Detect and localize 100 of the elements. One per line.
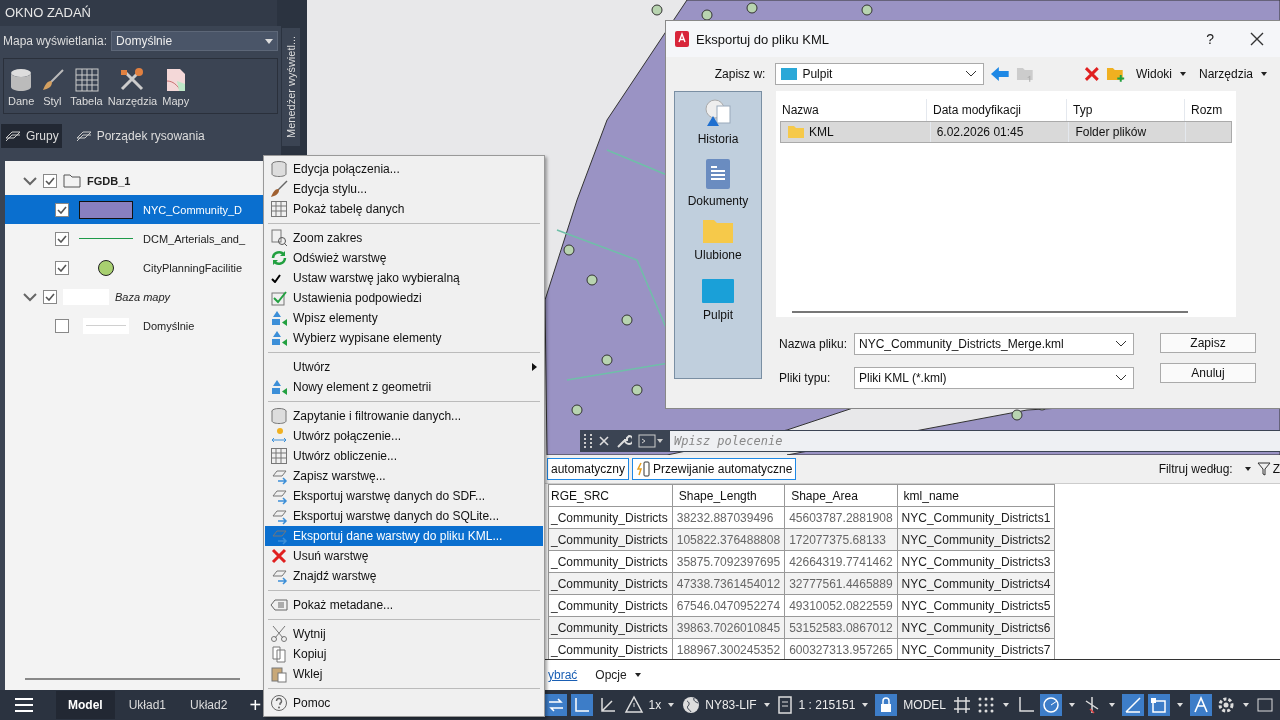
cancel-button[interactable]: Anuluj [1160,363,1256,383]
workspace-icon[interactable] [1256,695,1274,715]
settings-icon[interactable] [1216,695,1236,715]
file-row[interactable]: KML 6.02.2026 01:45 Folder plików [780,121,1232,143]
pane-title: OKNO ZADAŃ [0,0,277,26]
table-cell: _Community_Districts [548,594,673,617]
table-cell: 42664319.7741462 [784,550,898,573]
column-header[interactable]: kml_name [897,484,1055,507]
layer-checkbox[interactable] [55,202,69,217]
view-tab[interactable]: Porządek rysowania [71,124,208,148]
view-tab[interactable]: Grupy [1,124,62,148]
wrench-icon[interactable] [616,433,632,449]
command-input[interactable]: Wpisz polecenie [670,431,1280,451]
ribbon-tool[interactable]: Narzędzia [107,67,158,107]
warning-icon[interactable] [622,694,645,716]
menu-item[interactable]: Pomoc [265,693,543,713]
layer-checkbox[interactable] [55,260,69,275]
lock-icon[interactable] [875,694,898,716]
coordinate-system[interactable]: NY83-LIF [705,698,757,712]
model-space-button[interactable]: MODEL [901,698,948,712]
chevron-icon[interactable] [23,291,37,302]
ribbon-tool[interactable]: Tabela [70,67,103,107]
swap-icon[interactable] [544,694,567,716]
tools-menu[interactable]: Narzędzia [1199,67,1270,81]
menu-item[interactable]: Pokaż metadane... [265,595,543,615]
place-item[interactable]: Dokumenty [687,158,749,210]
layout-tab[interactable]: Układ1 [118,698,177,712]
menu-item[interactable]: Utwórz [265,357,543,377]
prompt-icon[interactable] [638,434,664,448]
delete-icon[interactable] [1082,65,1101,83]
menu-icon[interactable] [14,697,34,713]
column-header[interactable]: Nazwa [776,99,926,121]
menu-item[interactable]: Utwórz obliczenie... [265,446,543,466]
table-cell: _Community_Districts [548,550,673,573]
filter-button[interactable]: Z [1256,462,1280,476]
layer-checkbox[interactable] [43,289,57,304]
menu-item[interactable]: Znajdź warstwę [265,566,543,586]
column-header[interactable]: RGE_SRC [548,484,673,507]
menu-item[interactable]: Utwórz połączenie... [265,426,543,446]
chevron-icon[interactable] [23,175,37,186]
menu-item[interactable]: Zapytanie i filtrowanie danych... [265,406,543,426]
back-icon[interactable] [989,66,1010,82]
column-header[interactable]: Shape_Area [784,484,898,507]
chevron-icon [964,70,977,78]
annotation-scale[interactable]: 1 : 215151 [798,698,856,712]
views-menu[interactable]: Widoki [1135,67,1189,81]
help-button[interactable]: ? [1206,31,1214,47]
ortho-icon[interactable] [1016,695,1036,715]
history-icon [703,98,733,128]
scale-factor[interactable]: 1x [648,698,662,712]
menu-item[interactable]: Wklej [265,664,543,684]
save-in-dropdown[interactable]: Pulpit [775,63,984,85]
menu-item[interactable]: Eksportuj warstwę danych do SQLite... [265,506,543,526]
shapes-icon [270,378,288,396]
column-header[interactable]: Shape_Length [672,484,785,507]
place-item[interactable]: Historia [697,98,739,150]
menu-item[interactable]: Nowy element z geometrii [265,377,543,397]
globe-icon[interactable] [681,695,702,715]
options-menu[interactable]: Opcje [595,668,644,682]
menu-item[interactable]: Zapisz warstwę... [265,466,543,486]
layer-checkbox[interactable] [55,318,69,333]
layer-checkbox[interactable] [55,231,69,246]
page-icon[interactable] [776,695,795,715]
ribbon-tool[interactable]: Styl [39,67,66,107]
display-map-dropdown[interactable]: Domyślnie [111,31,278,51]
snap-icon[interactable] [976,695,996,715]
menu-item[interactable]: Kopiuj [265,644,543,664]
close-icon[interactable] [1250,32,1264,46]
grip-handle[interactable] [584,434,592,448]
file-name-field[interactable]: NYC_Community_Districts_Merge.kml [854,333,1134,355]
save-button[interactable]: Zapisz [1160,333,1256,353]
annotation-icon[interactable] [1190,694,1212,716]
toolbar-button[interactable]: Przewijanie automatyczne [632,458,797,480]
selection-icon[interactable] [1148,694,1170,716]
menu-item[interactable]: Usuń warstwę [265,546,543,566]
lineweight-icon[interactable] [1122,694,1144,716]
grid-icon[interactable] [952,695,972,715]
side-tab[interactable]: Menedżer wyświetl... [282,28,300,146]
menu-item[interactable]: Wytnij [265,624,543,644]
file-type-dropdown[interactable]: Pliki KML (*.kml) [854,367,1134,389]
layer-checkbox[interactable] [43,173,57,188]
place-item[interactable]: Ulubione [694,218,742,270]
caret-icon[interactable] [1244,467,1251,471]
draw-order-icon [74,128,93,144]
toolbar-button[interactable]: automatyczny [547,458,630,480]
cut-icon [270,625,288,643]
refresh-icon [270,249,288,267]
polar-icon[interactable] [1040,694,1062,716]
ribbon-tool[interactable]: Mapy [162,67,190,107]
grid-snap-icon[interactable] [570,694,593,716]
select-link[interactable]: ybrać [548,668,578,682]
ribbon-tool[interactable]: Dane [8,67,35,107]
new-folder-icon[interactable] [1106,65,1126,83]
facility-point [1011,409,1023,421]
place-item[interactable]: Pulpit [701,278,735,330]
layout-tab[interactable]: Model [56,691,115,719]
add-tab-button[interactable]: + [249,693,262,717]
menu-item[interactable]: Eksportuj dane warstwy do pliku KML... [265,526,543,546]
layout-tab[interactable]: Układ2 [180,698,238,712]
menu-item[interactable]: Eksportuj warstwę danych do SDF... [265,486,543,506]
